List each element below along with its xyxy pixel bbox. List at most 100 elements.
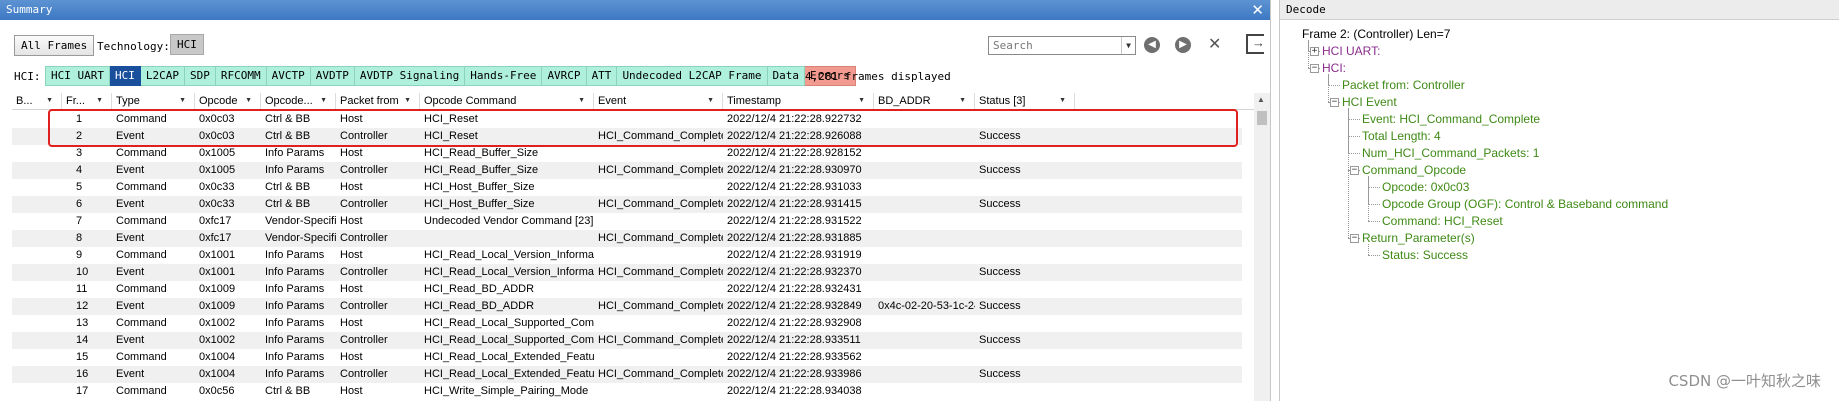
cell-opcode: 0x0c03	[199, 130, 235, 142]
tab-undecoded-l2cap-frame[interactable]: Undecoded L2CAP Frame	[617, 66, 768, 86]
close-icon[interactable]: ✕	[1251, 0, 1264, 20]
sort-arrow-icon[interactable]: ▼	[179, 93, 186, 109]
cell-type: Event	[116, 368, 145, 380]
table-row[interactable]: 15 Command 0x1004 Info Params Host HCI_Read_L…	[12, 349, 1242, 366]
column-header-frame[interactable]: Fr... ▼	[62, 93, 112, 110]
tab-avdtp-signaling[interactable]: AVDTP Signaling	[354, 66, 466, 86]
table-row[interactable]: 5 Command 0x0c33 Ctrl & BB Host HCI_Host_Buff…	[12, 179, 1242, 196]
tab-hci-uart[interactable]: HCI UART	[45, 66, 110, 86]
technology-value-button[interactable]: HCI	[170, 34, 204, 55]
table-row[interactable]: 13 Command 0x1002 Info Params Host HCI_Read_L…	[12, 315, 1242, 332]
tab-hci[interactable]: HCI	[109, 66, 141, 86]
cell-from: Controller	[340, 368, 388, 380]
sort-arrow-icon[interactable]: ▼	[578, 93, 585, 109]
collapse-icon[interactable]: −	[1350, 166, 1359, 175]
tree-node[interactable]: Return_Parameter(s)	[1362, 230, 1475, 246]
cell-type: Command	[116, 351, 167, 363]
column-header-label: Packet from	[340, 95, 399, 107]
tab-att[interactable]: ATT	[586, 66, 618, 86]
cell-event: HCI_Command_Complete	[598, 164, 723, 176]
tree-node[interactable]: HCI Event	[1342, 94, 1397, 110]
back-icon[interactable]: ◀	[1144, 37, 1160, 53]
tab-avrcp[interactable]: AVRCP	[542, 66, 587, 86]
search-input[interactable]: Search ▼	[988, 36, 1136, 55]
scroll-up-icon[interactable]: ▲	[1257, 95, 1265, 104]
table-row[interactable]: 1 Command 0x0c03 Ctrl & BB Host HCI_Reset 2022…	[12, 111, 1242, 128]
table-row[interactable]: 2 Event 0x0c03 Ctrl & BB Controller HCI_Reset…	[12, 128, 1242, 145]
column-header-from[interactable]: Packet from ▼	[336, 93, 420, 110]
chevron-down-icon[interactable]: ▼	[1121, 37, 1135, 54]
cell-opcode: 0x1009	[199, 300, 236, 312]
column-header-opcode[interactable]: Opcode ▼	[195, 93, 261, 110]
tab-l2cap[interactable]: L2CAP	[140, 66, 185, 86]
column-header-bdaddr[interactable]: BD_ADDR ▼	[874, 93, 975, 110]
cell-opcode: 0x0c56	[199, 385, 235, 397]
expand-icon[interactable]: +	[1310, 47, 1319, 56]
cell-status: Success	[979, 164, 1021, 176]
tree-node[interactable]: HCI UART:	[1322, 43, 1380, 59]
vertical-scrollbar[interactable]: ▲	[1254, 93, 1270, 401]
collapse-icon[interactable]: −	[1310, 64, 1319, 73]
table-row[interactable]: 3 Command 0x1005 Info Params Host HCI_Read_Bu…	[12, 145, 1242, 162]
sort-arrow-icon[interactable]: ▼	[404, 93, 411, 109]
table-row[interactable]: 9 Command 0x1001 Info Params Host HCI_Read_Lo…	[12, 247, 1242, 264]
forward-icon[interactable]: ▶	[1175, 37, 1191, 53]
sort-arrow-icon[interactable]: ▼	[46, 93, 53, 109]
table-row[interactable]: 14 Event 0x1002 Info Params Controller HCI_Re…	[12, 332, 1242, 349]
tree-node[interactable]: Event: HCI_Command_Complete	[1362, 111, 1540, 127]
cell-from: Controller	[340, 198, 388, 210]
decode-tree: Frame 2: (Controller) Len=7 HCI UART: + HCI…	[1280, 26, 1839, 396]
clear-icon[interactable]: ✕	[1208, 34, 1221, 53]
column-header-label: Timestamp	[727, 95, 781, 107]
column-header-group[interactable]: Opcode... ▼	[261, 93, 336, 110]
tree-node[interactable]: Status: Success	[1382, 247, 1468, 263]
table-row[interactable]: 4 Event 0x1005 Info Params Controller HCI_Rea…	[12, 162, 1242, 179]
table-row[interactable]: 6 Event 0x0c33 Ctrl & BB Controller HCI_Host_…	[12, 196, 1242, 213]
tree-node[interactable]: Opcode: 0x0c03	[1382, 179, 1469, 195]
scroll-thumb[interactable]	[1257, 111, 1267, 125]
table-row[interactable]: 8 Event 0xfc17 Vendor-Specific Controller HCI…	[12, 230, 1242, 247]
cell-timestamp: 2022/12/4 21:22:28.931033	[727, 181, 862, 193]
table-row[interactable]: 11 Command 0x1009 Info Params Host HCI_Read_B…	[12, 281, 1242, 298]
sort-arrow-icon[interactable]: ▼	[707, 93, 714, 109]
column-header-type[interactable]: Type ▼	[112, 93, 195, 110]
column-header-timestamp[interactable]: Timestamp ▼	[723, 93, 874, 110]
tab-data[interactable]: Data	[767, 66, 806, 86]
table-row[interactable]: 12 Event 0x1009 Info Params Controller HCI_Re…	[12, 298, 1242, 315]
cell-command: HCI_Reset	[424, 130, 478, 142]
column-header-event[interactable]: Event ▼	[594, 93, 723, 110]
sort-arrow-icon[interactable]: ▼	[320, 93, 327, 109]
cell-type: Command	[116, 181, 167, 193]
tree-node[interactable]: Num_HCI_Command_Packets: 1	[1362, 145, 1539, 161]
all-frames-button[interactable]: All Frames	[14, 35, 95, 56]
tab-sdp[interactable]: SDP	[184, 66, 216, 86]
tree-node[interactable]: Opcode Group (OGF): Control & Baseband c…	[1382, 196, 1668, 212]
tab-avctp[interactable]: AVCTP	[266, 66, 311, 86]
tree-node[interactable]: Frame 2: (Controller) Len=7	[1302, 26, 1450, 42]
tree-node[interactable]: Command: HCI_Reset	[1382, 213, 1503, 229]
sort-arrow-icon[interactable]: ▼	[1059, 93, 1066, 109]
tab-hands-free[interactable]: Hands-Free	[465, 66, 543, 86]
column-header-label: Opcode...	[265, 95, 313, 107]
table-row[interactable]: 16 Event 0x1004 Info Params Controller HCI_Re…	[12, 366, 1242, 383]
cell-status: Success	[979, 368, 1021, 380]
sort-arrow-icon[interactable]: ▼	[959, 93, 966, 109]
sort-arrow-icon[interactable]: ▼	[96, 93, 103, 109]
tree-node[interactable]: Command_Opcode	[1362, 162, 1466, 178]
tab-rfcomm[interactable]: RFCOMM	[215, 66, 267, 86]
tree-node[interactable]: Total Length: 4	[1362, 128, 1441, 144]
table-row[interactable]: 10 Event 0x1001 Info Params Controller HCI_Re…	[12, 264, 1242, 281]
sort-arrow-icon[interactable]: ▼	[858, 93, 865, 109]
tree-node[interactable]: HCI:	[1322, 60, 1346, 76]
table-row[interactable]: 17 Command 0x0c56 Ctrl & BB Host HCI_Write_Si…	[12, 383, 1242, 400]
column-header-b[interactable]: B... ▼	[12, 93, 62, 110]
collapse-icon[interactable]: −	[1330, 98, 1339, 107]
tab-avdtp[interactable]: AVDTP	[310, 66, 355, 86]
column-header-status[interactable]: Status [3] ▼	[975, 93, 1075, 110]
collapse-icon[interactable]: −	[1350, 234, 1359, 243]
tree-node[interactable]: Packet from: Controller	[1342, 77, 1465, 93]
table-row[interactable]: 7 Command 0xfc17 Vendor-Specific Host Undecod…	[12, 213, 1242, 230]
export-icon[interactable]	[1246, 34, 1265, 54]
column-header-command[interactable]: Opcode Command ▼	[420, 93, 594, 110]
sort-arrow-icon[interactable]: ▼	[245, 93, 252, 109]
